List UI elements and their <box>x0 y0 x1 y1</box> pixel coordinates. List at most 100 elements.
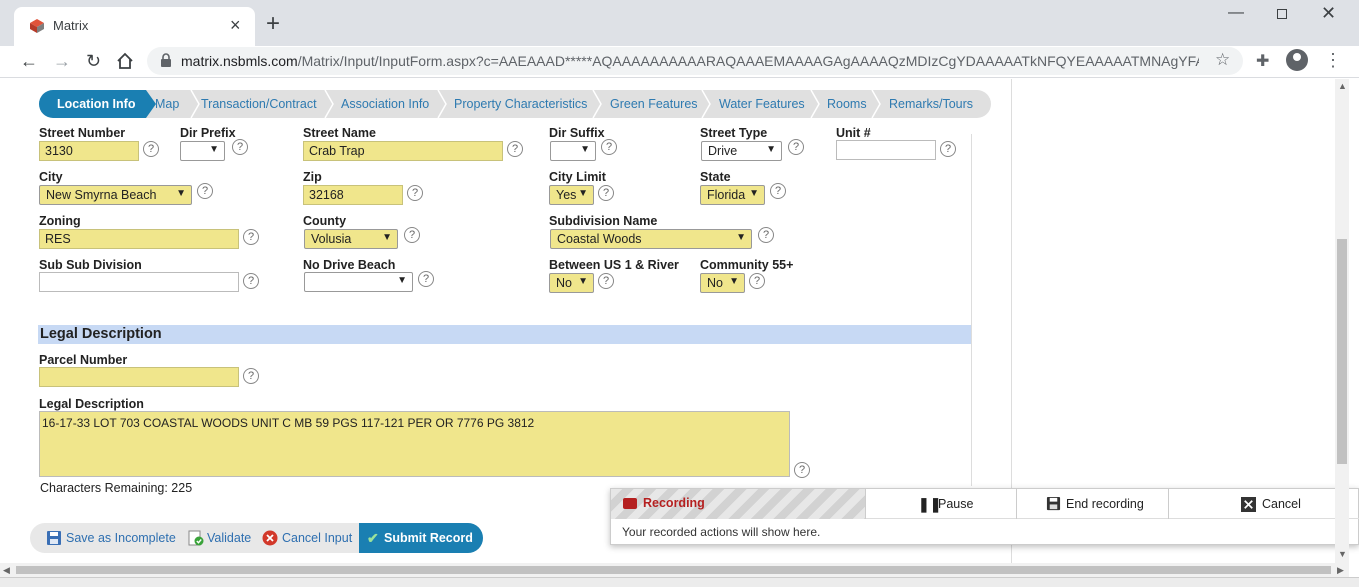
chevron-down-icon: ▼ <box>176 188 186 199</box>
scroll-down-icon[interactable]: ▼ <box>1338 549 1347 559</box>
help-icon[interactable]: ? <box>404 227 420 243</box>
section-title: Legal Description <box>40 326 162 342</box>
tab-rooms[interactable]: Rooms <box>827 90 867 118</box>
forward-icon[interactable]: → <box>53 50 71 72</box>
form-divider <box>971 134 972 486</box>
state-label: State <box>700 170 731 184</box>
help-icon[interactable]: ? <box>407 185 423 201</box>
tab-green-features[interactable]: Green Features <box>610 90 698 118</box>
back-icon[interactable]: ← <box>20 50 38 72</box>
help-icon[interactable]: ? <box>243 368 259 384</box>
cancel-input-button[interactable]: Cancel Input <box>282 523 352 553</box>
community-55-label: Community 55+ <box>700 258 794 272</box>
scroll-right-icon[interactable]: ▶ <box>1337 565 1344 576</box>
characters-remaining: Characters Remaining: 225 <box>40 481 193 495</box>
help-icon[interactable]: ? <box>243 273 259 289</box>
tab-close-icon[interactable]: × <box>230 14 241 36</box>
help-icon[interactable]: ? <box>598 273 614 289</box>
dir-prefix-label: Dir Prefix <box>180 126 236 140</box>
sub-sub-division-input[interactable] <box>39 272 239 292</box>
reload-icon[interactable]: ↻ <box>86 50 101 72</box>
bookmark-star-icon[interactable]: ☆ <box>1215 50 1230 70</box>
tab-transaction-contract[interactable]: Transaction/Contract <box>201 90 317 118</box>
chevron-down-icon: ▼ <box>736 232 746 243</box>
new-tab-button[interactable]: + <box>266 10 280 38</box>
parcel-number-label: Parcel Number <box>39 353 128 367</box>
zip-label: Zip <box>303 170 322 184</box>
legal-description-textarea[interactable]: 16-17-33 LOT 703 COASTAL WOODS UNIT C MB… <box>39 411 790 477</box>
browser-tab[interactable]: Matrix × <box>14 7 255 46</box>
help-icon[interactable]: ? <box>758 227 774 243</box>
tab-location-info[interactable]: Location Info <box>39 90 146 118</box>
zoning-label: Zoning <box>39 214 81 228</box>
help-icon[interactable]: ? <box>232 139 248 155</box>
tab-association-info[interactable]: Association Info <box>341 90 429 118</box>
help-icon[interactable]: ? <box>601 139 617 155</box>
cancel-circle-icon <box>262 530 278 546</box>
subdivision-select[interactable]: Coastal Woods ▼ <box>550 229 752 249</box>
window-close-icon[interactable]: ✕ <box>1321 3 1336 24</box>
dir-suffix-select[interactable]: ▼ <box>550 141 596 161</box>
vertical-scrollbar[interactable]: ▲ ▼ <box>1335 79 1349 564</box>
legal-description-label: Legal Description <box>39 397 144 411</box>
page-content: Location Info Map Transaction/Contract A… <box>0 79 1359 587</box>
check-icon: ✔ <box>367 530 379 546</box>
extensions-puzzle-icon[interactable]: ✚ <box>1256 51 1269 71</box>
county-select[interactable]: Volusia ▼ <box>304 229 398 249</box>
between-us1-label: Between US 1 & River <box>549 258 679 272</box>
profile-avatar-icon[interactable] <box>1286 49 1308 71</box>
minimize-icon[interactable]: — <box>1228 4 1244 22</box>
submit-record-button[interactable]: ✔ Submit Record <box>359 523 483 553</box>
city-select[interactable]: New Smyrna Beach ▼ <box>39 185 192 205</box>
save-incomplete-button[interactable]: Save as Incomplete <box>66 523 176 553</box>
help-icon[interactable]: ? <box>243 229 259 245</box>
chevron-down-icon: ▼ <box>209 144 219 155</box>
validate-button[interactable]: Validate <box>207 523 251 553</box>
step-arrow-icon <box>146 90 156 118</box>
zoning-input[interactable]: RES <box>39 229 239 249</box>
tab-water-features[interactable]: Water Features <box>719 90 805 118</box>
chevron-down-icon: ▼ <box>382 232 392 243</box>
street-number-input[interactable]: 3130 <box>39 141 139 161</box>
help-icon[interactable]: ? <box>197 183 213 199</box>
pause-button[interactable]: ❚❚ Pause <box>865 489 1016 519</box>
scroll-up-icon[interactable]: ▲ <box>1338 81 1347 91</box>
help-icon[interactable]: ? <box>770 183 786 199</box>
maximize-icon[interactable] <box>1277 9 1287 19</box>
street-name-input[interactable]: Crab Trap <box>303 141 503 161</box>
no-drive-beach-select[interactable]: ▼ <box>304 272 413 292</box>
community-55-select[interactable]: No ▼ <box>700 273 745 293</box>
tab-property-characteristics[interactable]: Property Characteristics <box>454 90 587 118</box>
tab-map[interactable]: Map <box>155 90 179 118</box>
dir-prefix-select[interactable]: ▼ <box>180 141 225 161</box>
help-icon[interactable]: ? <box>788 139 804 155</box>
help-icon[interactable]: ? <box>598 185 614 201</box>
horizontal-scrollbar[interactable]: ◀ ▶ <box>0 563 1349 577</box>
home-icon[interactable] <box>116 52 134 70</box>
help-icon[interactable]: ? <box>418 271 434 287</box>
help-icon[interactable]: ? <box>749 273 765 289</box>
browser-menu-icon[interactable]: ⋮ <box>1324 50 1342 70</box>
scrollbar-thumb[interactable] <box>1337 239 1347 464</box>
zip-input[interactable]: 32168 <box>303 185 403 205</box>
county-label: County <box>303 214 347 228</box>
unit-input[interactable] <box>836 140 936 160</box>
recording-cancel-button[interactable]: Cancel <box>1168 489 1359 519</box>
between-us1-select[interactable]: No ▼ <box>549 273 594 293</box>
end-recording-button[interactable]: End recording <box>1016 489 1168 519</box>
parcel-number-input[interactable] <box>39 367 239 387</box>
street-type-label: Street Type <box>700 126 768 140</box>
street-type-select[interactable]: Drive ▼ <box>701 141 782 161</box>
subdivision-label: Subdivision Name <box>549 214 658 228</box>
help-icon[interactable]: ? <box>143 141 159 157</box>
city-limit-select[interactable]: Yes ▼ <box>549 185 594 205</box>
no-drive-beach-label: No Drive Beach <box>303 258 396 272</box>
scroll-left-icon[interactable]: ◀ <box>3 565 10 576</box>
help-icon[interactable]: ? <box>507 141 523 157</box>
state-select[interactable]: Florida ▼ <box>700 185 765 205</box>
tab-remarks-tours[interactable]: Remarks/Tours <box>889 90 973 118</box>
help-icon[interactable]: ? <box>794 462 810 478</box>
address-bar[interactable]: matrix.nsbmls.com/Matrix/Input/InputForm… <box>147 47 1243 75</box>
scrollbar-thumb[interactable] <box>16 566 1331 574</box>
help-icon[interactable]: ? <box>940 141 956 157</box>
